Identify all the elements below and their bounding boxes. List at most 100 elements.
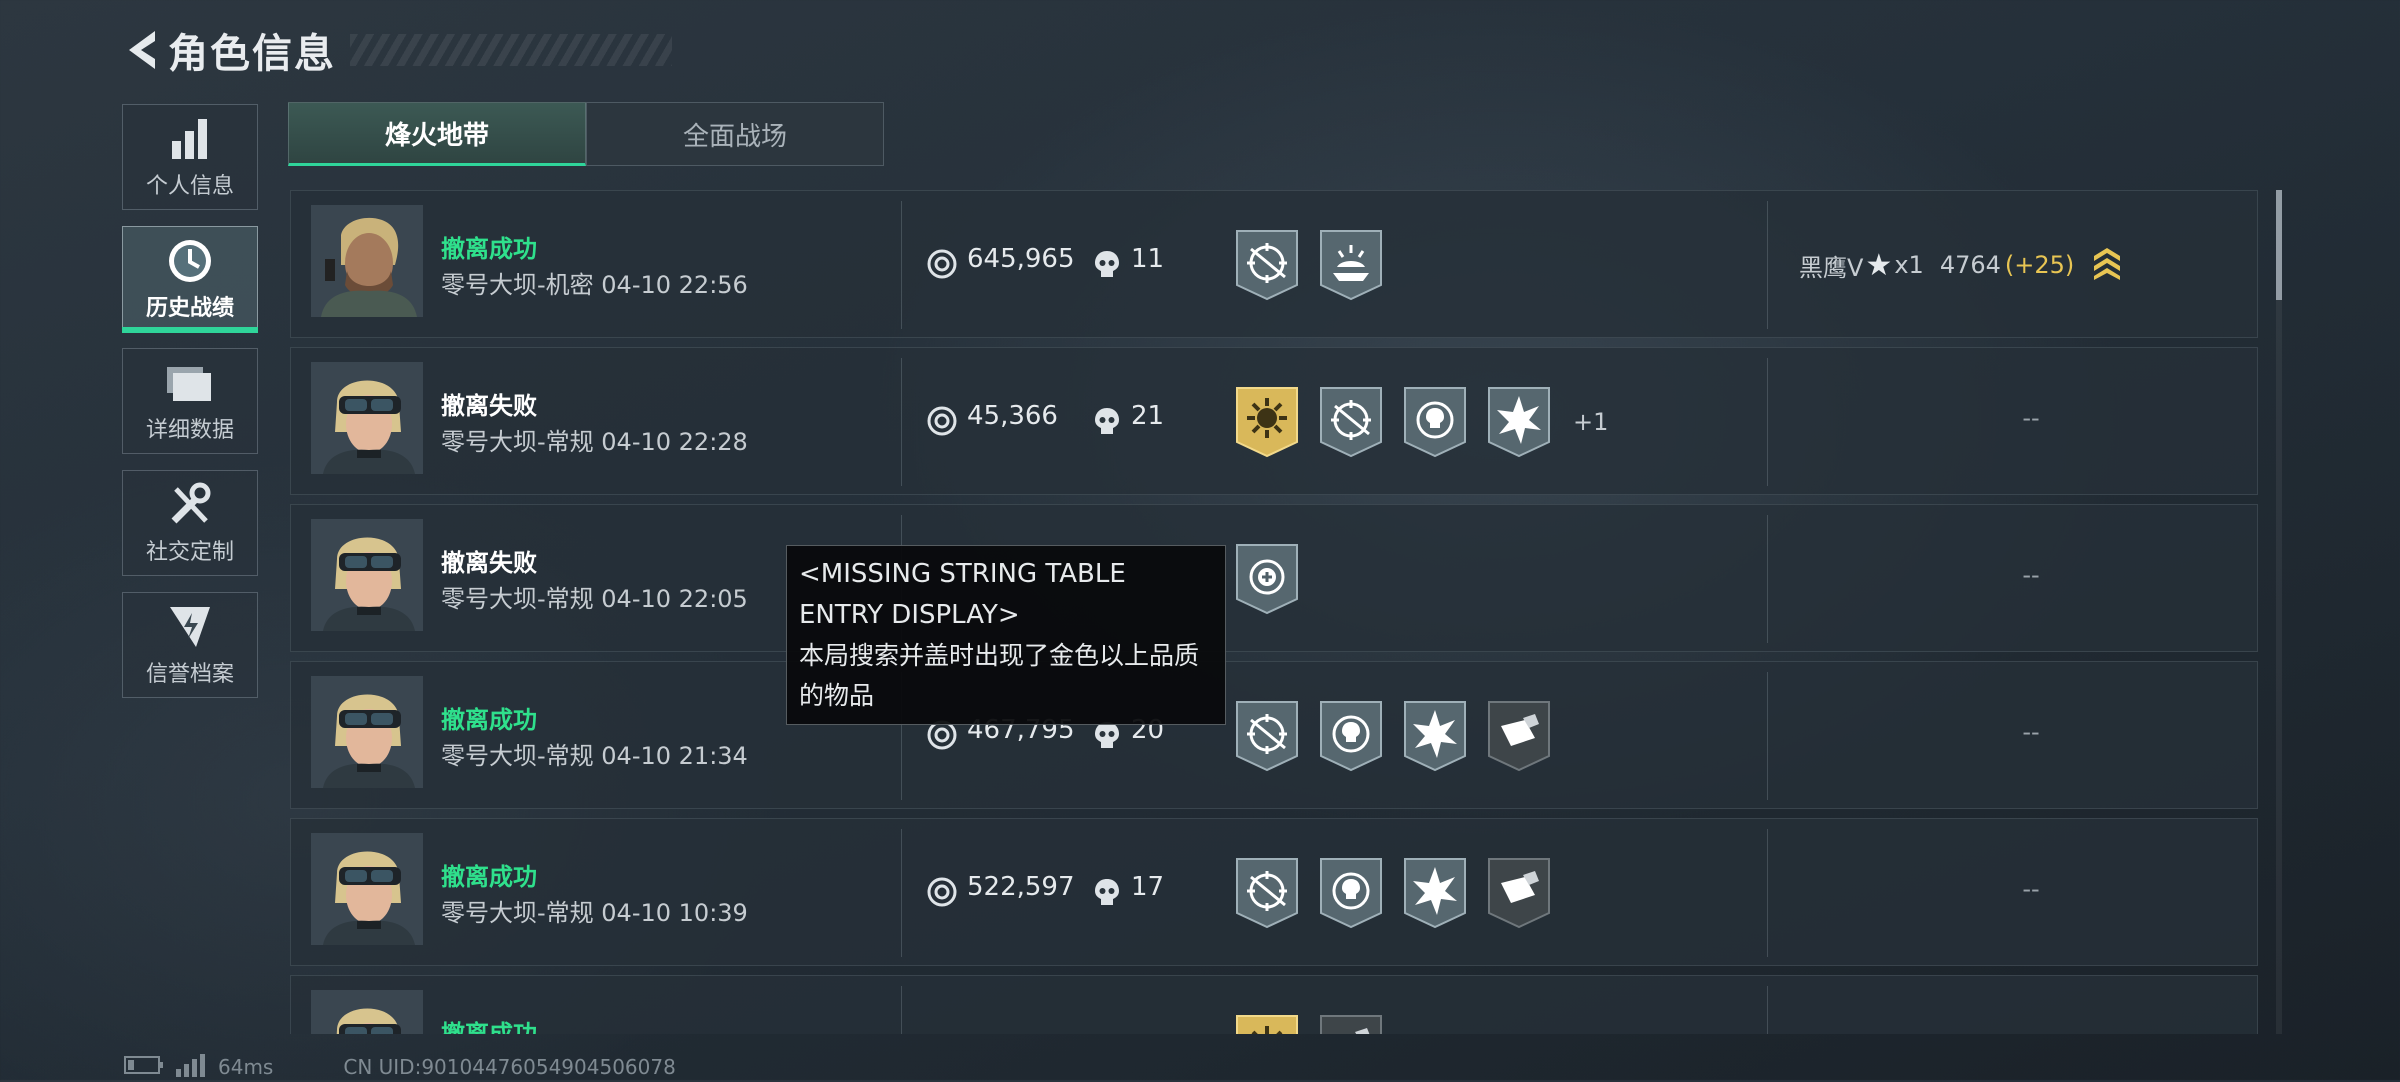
sidebar-item-personal-info[interactable]: 个人信息 [122,104,258,210]
skull-icon [1093,249,1121,283]
sidebar-item-credit-record[interactable]: 信誉档案 [122,592,258,698]
achievement-badges [1233,1012,1401,1034]
sidebar-item-social-custom[interactable]: 社交定制 [122,470,258,576]
kill-count: 11 [1131,244,1165,274]
match-history-list[interactable]: 撤离成功 零号大坝-机密 04-10 22:56 645,965 11 黑鹰V ★ x1 47… [290,190,2258,1034]
sidebar-item-detailed-data[interactable]: 详细数据 [122,348,258,454]
shield-bolt-icon [166,602,214,652]
operator-portrait [311,362,423,474]
loot-value: 522,597 [967,872,1075,902]
column-divider [901,986,902,1034]
column-divider [1767,201,1768,329]
rank-placeholder: -- [2022,875,2040,903]
match-record-row[interactable]: 撤离成功 零号大坝-机密 04-10 22:56 645,965 11 黑鹰V ★ x1 47… [290,190,2258,338]
skull-crosshair-badge-icon[interactable] [1317,698,1385,774]
star-icon: ★ [1865,247,1893,283]
kill-count: 17 [1131,872,1165,902]
tools-icon [166,480,214,530]
bar-chart-icon [168,114,212,164]
achievement-badges [1233,227,1401,303]
rank-name: 黑鹰V [1799,253,1864,282]
scrollbar[interactable] [2276,190,2282,1034]
sidebar: 个人信息 历史战绩 详细数据 社交定制 信誉档案 [122,104,260,714]
more-badges-count[interactable]: +1 [1573,384,1608,460]
operator-portrait [311,833,423,945]
gold-sun-badge-icon[interactable] [1233,384,1301,460]
tab-firezone[interactable]: 烽火地带 [288,102,586,166]
battery-icon [124,1054,164,1081]
sidebar-item-history[interactable]: 历史战绩 [122,226,258,333]
tab-full-battlefield[interactable]: 全面战场 [586,102,884,166]
extraction-status: 撤离失败 [441,549,537,577]
column-divider [1767,358,1768,486]
rank-placeholder: -- [2022,718,2040,746]
map-and-time: 零号大坝-常规 04-10 22:28 [441,428,748,456]
loot-badge-icon[interactable] [1485,855,1553,931]
column-divider [1767,515,1768,643]
loot-value: 645,965 [967,244,1075,274]
operator-portrait [311,676,423,788]
column-divider [901,201,902,329]
skull-crosshair-badge-icon[interactable] [1317,855,1385,931]
extraction-status: 撤离成功 [441,1020,537,1034]
match-record-row[interactable]: 撤离成功 零号大坝-常规 04-10 21:34 467,795 20 -- [290,661,2258,809]
skull-crosshair-badge-icon[interactable] [1401,384,1469,460]
column-divider [1767,672,1768,800]
loot-badge-icon[interactable] [1317,1012,1385,1034]
column-divider [1767,829,1768,957]
map-and-time: 零号大坝-常规 04-10 10:39 [441,899,748,927]
extraction-status: 撤离成功 [441,706,537,734]
tooltip-title: <MISSING STRING TABLE ENTRY DISPLAY> [799,559,1126,630]
match-record-row[interactable]: 撤离成功零号大坝-常规 04-10 10:39 522,597 17 -- [290,818,2258,966]
map-and-time: 零号大坝-常规 04-10 21:34 [441,742,748,770]
sidebar-item-label: 社交定制 [145,540,234,565]
match-record-row[interactable]: 撤离失败 零号大坝-常规 04-10 22:28 45,366 21 +1 -- [290,347,2258,495]
burst-badge-icon[interactable] [1401,698,1469,774]
rank-multiplier: x1 [1894,251,1924,279]
achievement-badges [1233,541,1317,617]
target-crosshair-badge-icon[interactable] [1233,227,1301,303]
map-and-time: 零号大坝-常规 04-10 22:05 [441,585,748,613]
skull-icon [1093,720,1121,754]
achievement-badges [1233,698,1569,774]
map-and-time: 零号大坝-机密 04-10 22:56 [441,271,748,299]
burst-badge-icon[interactable] [1401,855,1469,931]
loot-badge-icon[interactable] [1485,698,1553,774]
column-divider [1767,986,1768,1034]
badge-tooltip: <MISSING STRING TABLE ENTRY DISPLAY> 本局搜… [786,545,1226,725]
loot-value: 45,366 [967,401,1058,431]
column-divider [901,358,902,486]
scroll-thumb[interactable] [2276,190,2282,300]
target-crosshair-badge-icon[interactable] [1233,698,1301,774]
title-decoration [350,34,672,66]
match-record-row[interactable]: 撤离成功 [290,975,2258,1034]
gold-sun-badge-icon[interactable] [1233,1012,1301,1034]
coin-icon [927,406,957,440]
sidebar-item-label: 详细数据 [145,418,234,443]
coin-icon [927,720,957,754]
ping-value: 64ms [218,1055,274,1079]
rank-placeholder: -- [2022,404,2040,432]
column-divider [901,829,902,957]
operator-portrait [311,519,423,631]
target-crosshair-badge-icon[interactable] [1317,384,1385,460]
burst-badge-icon[interactable] [1485,384,1553,460]
operator-portrait [311,990,423,1034]
medic-crosshair-badge-icon[interactable] [1233,541,1301,617]
target-crosshair-badge-icon[interactable] [1233,855,1301,931]
page-title: 角色信息 [168,31,336,77]
operator-portrait [311,205,423,317]
status-footer: 64ms CN UID:90104476054904506078 [124,1053,676,1081]
achievement-badges [1233,855,1569,931]
sun-hand-badge-icon[interactable] [1317,227,1385,303]
rank-score-delta: (+25) [2004,251,2075,279]
extraction-status: 撤离成功 [441,863,537,891]
coin-icon [927,877,957,911]
achievement-badges: +1 [1233,384,1608,460]
rank-score: 4764 [1939,251,2001,279]
tooltip-body: 本局搜索并盖时出现了金色以上品质的物品 [799,641,1200,710]
match-record-row[interactable]: 撤离失败 零号大坝-常规 04-10 22:05 -- [290,504,2258,652]
sidebar-item-label: 个人信息 [145,174,234,199]
folder-icon [165,358,215,408]
chevron-left-icon[interactable] [120,26,162,74]
